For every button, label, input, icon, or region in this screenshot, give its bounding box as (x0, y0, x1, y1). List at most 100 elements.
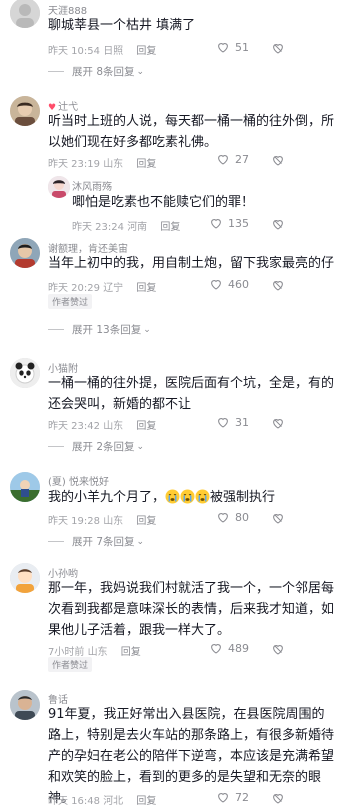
expand-replies-button[interactable]: 展开 13条回复 ⌄ (48, 322, 151, 337)
reply-button[interactable]: 回复 (136, 516, 156, 527)
like-button[interactable]: 51 (216, 40, 249, 54)
avatar[interactable] (10, 96, 40, 126)
reply-meta: 昨天 23:24 河南 回复 (72, 218, 180, 233)
like-count: 72 (235, 790, 249, 804)
dislike-icon (273, 514, 283, 524)
dislike-icon (273, 156, 283, 166)
dislike-button[interactable] (271, 277, 285, 296)
dislike-button[interactable] (271, 152, 285, 171)
comment-meta: 昨天 23:19 山东 回复 (48, 155, 156, 170)
avatar[interactable] (10, 0, 40, 28)
dislike-icon (273, 645, 283, 655)
heart-outline-icon (211, 219, 221, 229)
expand-replies-label: 展开 2条回复 (72, 441, 135, 453)
comment-text: 一桶一桶的往外提，医院后面有个坑，全是，有的还会哭叫，新婚的都不让 (48, 376, 335, 412)
chevron-down-icon: ⌄ (143, 324, 151, 335)
comment-meta: 7小时前 山东 回复 (48, 643, 141, 658)
comment-text: 我的小羊九个月了， 被强制执行 (48, 487, 334, 508)
comment-location: 山东 (103, 159, 124, 170)
comment-username[interactable]: (夏) 悦来悦好 (48, 473, 109, 488)
divider (48, 446, 64, 447)
dislike-icon (273, 419, 283, 429)
dislike-button[interactable] (271, 641, 285, 660)
like-count: 80 (235, 510, 249, 524)
comment-item: ♥ 辻弋 听当时上班的人说，每天都一桶一桶的往外倒，所以她们现在好多都吃素礼佛。 … (0, 92, 345, 237)
comment-location: 山东 (103, 516, 124, 527)
comment-item: 小猫附 一桶一桶的往外提，医院后面有个坑，全是，有的还会哭叫，新婚的都不让 昨天… (0, 355, 345, 465)
expand-replies-label: 展开 8条回复 (72, 66, 135, 78)
comment-item: 小孙哟 那一年，我妈说我们村就活了我一个，一个邻居每次看到我都是意味深长的表情，… (0, 561, 345, 683)
comment-time: 昨天 20:29 (48, 283, 100, 294)
dislike-icon (273, 794, 283, 804)
comment-location: 日照 (103, 46, 124, 57)
reply-button[interactable]: 回复 (136, 421, 156, 432)
dislike-icon (273, 44, 283, 54)
heart-outline-icon (218, 793, 228, 803)
like-button[interactable]: 135 (209, 216, 249, 230)
comment-meta: 昨天 19:28 山东 回复 (48, 512, 156, 527)
heart-outline-icon (211, 644, 221, 654)
avatar[interactable] (10, 472, 40, 502)
like-button[interactable]: 31 (216, 415, 249, 429)
expand-replies-label: 展开 13条回复 (72, 324, 142, 336)
crying-emoji (165, 489, 180, 504)
avatar[interactable] (10, 238, 40, 268)
divider (48, 71, 64, 72)
comment-meta: 昨天 23:42 山东 回复 (48, 417, 156, 432)
reply-username[interactable]: 沐风雨殇 (72, 178, 112, 193)
comment-time: 昨天 16:48 (48, 796, 100, 807)
reply-location: 河南 (127, 222, 148, 233)
comment-location: 山东 (103, 421, 124, 432)
comment-time: 昨天 23:42 (48, 421, 100, 432)
avatar[interactable] (10, 563, 40, 593)
dislike-button[interactable] (271, 510, 285, 529)
like-button[interactable]: 80 (216, 510, 249, 524)
divider (48, 541, 64, 542)
like-count: 135 (228, 216, 249, 230)
heart-outline-icon (218, 418, 228, 428)
comment-item: 天涯888 聊城莘县一个枯井 填满了 昨天 10:54 日照 回复 51 展开 … (0, 0, 345, 84)
dislike-button[interactable] (271, 415, 285, 434)
like-count: 27 (235, 152, 249, 166)
chevron-down-icon: ⌄ (136, 441, 145, 452)
comment-time: 昨天 19:28 (48, 516, 100, 527)
avatar[interactable] (10, 690, 40, 720)
dislike-button[interactable] (271, 216, 285, 235)
author-liked-badge: 作者赞过 (48, 294, 93, 309)
reply-button[interactable]: 回复 (136, 796, 156, 807)
expand-replies-label: 展开 7条回复 (72, 536, 135, 548)
crying-emoji (195, 489, 210, 504)
like-button[interactable]: 72 (216, 790, 249, 804)
dislike-icon (273, 281, 283, 291)
crying-emoji (180, 489, 195, 504)
comment-text-main: 我的小羊九个月了， (48, 490, 166, 505)
comment-meta: 昨天 20:29 辽宁 回复 (48, 279, 156, 294)
reply-button[interactable]: 回复 (136, 283, 156, 294)
reply-button[interactable]: 回复 (136, 46, 156, 57)
comment-location: 河北 (103, 796, 124, 807)
avatar[interactable] (10, 358, 40, 388)
chevron-down-icon: ⌄ (136, 536, 145, 547)
dislike-button[interactable] (271, 40, 285, 59)
expand-replies-button[interactable]: 展开 8条回复 ⌄ (48, 64, 144, 79)
reply-button[interactable]: 回复 (136, 159, 156, 170)
avatar[interactable] (48, 176, 70, 198)
comment-text-tail: 被强制执行 (210, 490, 276, 505)
reply-button[interactable]: 回复 (160, 222, 180, 233)
reply-button[interactable]: 回复 (121, 647, 141, 658)
expand-replies-button[interactable]: 展开 2条回复 ⌄ (48, 439, 144, 454)
expand-replies-button[interactable]: 展开 7条回复 ⌄ (48, 534, 144, 549)
comment-item: (夏) 悦来悦好 我的小羊九个月了， 被强制执行 昨天 19:28 山东 回复 8… (0, 468, 345, 558)
like-count: 31 (235, 415, 249, 429)
like-count: 51 (235, 40, 249, 54)
comment-time: 昨天 10:54 (48, 46, 100, 57)
comment-text: 那一年，我妈说我们村就活了我一个，一个邻居每次看到我都是意味深长的表情，后来我才… (48, 581, 335, 638)
heart-outline-icon (211, 280, 221, 290)
comment-text: 听当时上班的人说，每天都一桶一桶的往外倒，所以她们现在好多都吃素礼佛。 (48, 114, 335, 150)
like-button[interactable]: 27 (216, 152, 249, 166)
heart-outline-icon (218, 43, 228, 53)
like-button[interactable]: 460 (209, 277, 249, 291)
like-button[interactable]: 489 (209, 641, 249, 655)
comment-meta: 昨天 10:54 日照 回复 (48, 42, 156, 57)
like-count: 489 (228, 641, 249, 655)
